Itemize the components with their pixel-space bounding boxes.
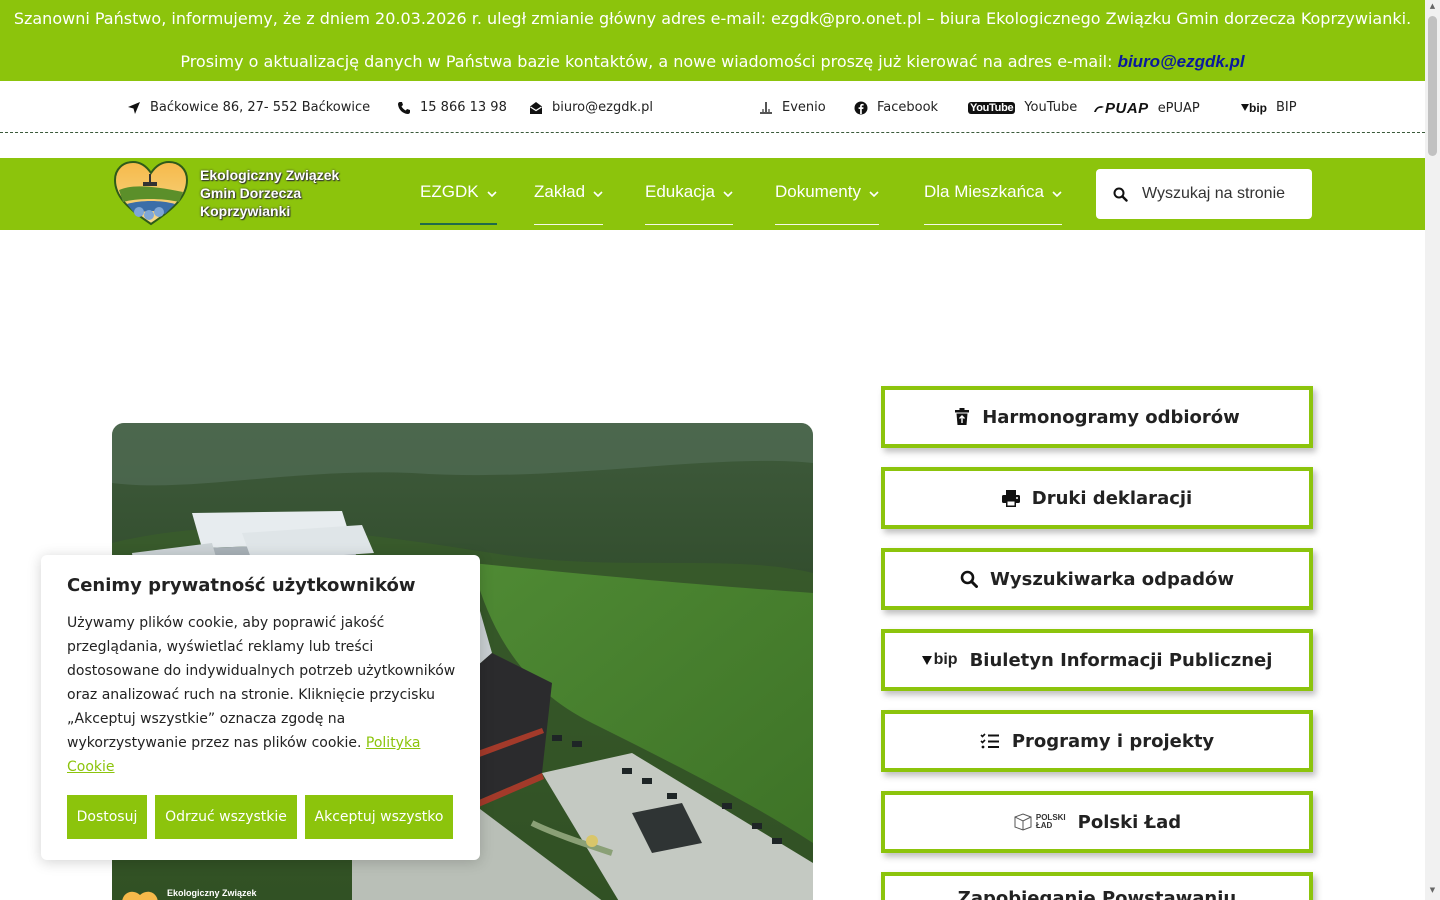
youtube-logo-text: YouTube (968, 101, 1016, 114)
phone-icon (397, 101, 411, 115)
logo-line-1: Ekologiczny Związek (200, 167, 340, 183)
epuap-logo-text: PUAP (1105, 100, 1149, 117)
menu-underline (924, 224, 1062, 225)
chevron-down-icon (486, 182, 497, 202)
menu-underline (420, 223, 497, 225)
menu-label: Zakład (534, 182, 586, 201)
side-button-label: Druki deklaracji (1031, 487, 1193, 509)
side-button-label: Zapobieganie Powstawaniu (957, 888, 1237, 900)
envelope-open-icon (529, 101, 543, 115)
menu-item-dokumenty[interactable]: Dokumenty (775, 158, 879, 226)
polski-lad-icon: POLSKI ŁAD (1013, 813, 1066, 831)
scroll-up-arrow-icon[interactable]: ▲ (1428, 2, 1437, 11)
logo-text: Ekologiczny Związek Gmin Dorzecza Koprzy… (200, 166, 339, 220)
programy-projekty-button[interactable]: Programy i projekty (881, 710, 1313, 772)
logo-heart-icon (113, 160, 189, 226)
wyszukiwarka-odpadow-button[interactable]: Wyszukiwarka odpadów (881, 548, 1313, 610)
bip-label: BIP (1276, 100, 1297, 115)
cookie-body: Używamy plików cookie, aby poprawić jako… (67, 615, 456, 751)
bip-link[interactable]: bip BIP (1241, 100, 1297, 115)
search-icon (960, 570, 979, 588)
menu-label: Dokumenty (775, 182, 861, 201)
cookie-customize-button[interactable]: Dostosuj (67, 795, 147, 839)
polski-lad-logo-line-2: ŁAD (1035, 821, 1053, 830)
cookie-accept-all-button[interactable]: Akceptuj wszystko (305, 795, 453, 839)
search-box (1096, 169, 1312, 219)
chevron-down-icon (593, 182, 603, 202)
epuap-link[interactable]: PUAP ePUAP (1093, 100, 1200, 117)
facebook-icon (854, 101, 868, 115)
menu-label: Dla Mieszkańca (924, 182, 1044, 201)
cookie-title: Cenimy prywatność użytkowników (67, 575, 416, 596)
facebook-link[interactable]: Facebook (854, 100, 938, 115)
notice-bar: Szanowni Państwo, informujemy, że z dnie… (0, 0, 1425, 81)
scrollbar-thumb[interactable] (1428, 16, 1437, 156)
menu-item-edukacja[interactable]: Edukacja (645, 158, 733, 226)
main-navigation: Ekologiczny Związek Gmin Dorzecza Koprzy… (0, 158, 1425, 230)
cookie-text: Używamy plików cookie, aby poprawić jako… (67, 611, 462, 779)
youtube-label: YouTube (1024, 100, 1078, 115)
evenio-link[interactable]: Evenio (759, 100, 826, 115)
chevron-down-icon (869, 182, 879, 202)
evenio-label: Evenio (782, 100, 826, 115)
menu-underline (645, 224, 733, 225)
facebook-label: Facebook (877, 100, 939, 115)
youtube-icon: YouTube (968, 101, 1016, 114)
epuap-label: ePUAP (1157, 101, 1200, 116)
side-button-label: Wyszukiwarka odpadów (990, 568, 1234, 590)
site-logo[interactable]: Ekologiczny Związek Gmin Dorzecza Koprzy… (113, 160, 373, 228)
cookie-reject-all-button[interactable]: Odrzuć wszystkie (155, 795, 297, 839)
side-button-label: Harmonogramy odbiorów (982, 406, 1240, 428)
bip-logo-text: bip (933, 651, 958, 668)
email-item[interactable]: biuro@ezgdk.pl (529, 100, 653, 115)
email-text: biuro@ezgdk.pl (552, 100, 653, 115)
polski-lad-button[interactable]: POLSKI ŁAD Polski Ład (881, 791, 1313, 853)
menu-underline (775, 224, 879, 225)
photo-watermark-text: Ekologiczny Związek (167, 888, 258, 898)
notice-line-2-text: Prosimy o aktualizację danych w Państwa … (180, 52, 1118, 71)
youtube-link[interactable]: YouTube YouTube (968, 100, 1077, 115)
cookie-consent-dialog: Cenimy prywatność użytkowników Używamy p… (41, 555, 480, 860)
menu-item-ezgdk[interactable]: EZGDK (420, 158, 497, 226)
harmonogramy-button[interactable]: Harmonogramy odbiorów (881, 386, 1313, 448)
druki-deklaracji-button[interactable]: Druki deklaracji (881, 467, 1313, 529)
page-scrollbar[interactable]: ▲ ▼ (1425, 0, 1440, 900)
epuap-icon: PUAP (1093, 100, 1149, 117)
location-arrow-icon (127, 101, 141, 115)
top-contact-bar: Baćkowice 86, 27- 552 Baćkowice 15 866 1… (0, 81, 1425, 133)
phone-text: 15 866 13 98 (420, 100, 507, 115)
notice-line-1: Szanowni Państwo, informujemy, że z dnie… (13, 9, 1412, 28)
bip-logo-text: bip (1249, 100, 1267, 115)
chevron-down-icon (723, 182, 733, 202)
chevron-down-icon (1052, 182, 1062, 202)
printer-icon (1001, 489, 1020, 507)
menu-label: EZGDK (420, 182, 479, 201)
menu-item-zaklad[interactable]: Zakład (534, 158, 604, 226)
side-button-label: Biuletyn Informacji Publicznej (969, 649, 1273, 671)
address-text: Baćkowice 86, 27- 552 Baćkowice (150, 100, 371, 115)
search-icon[interactable] (1113, 187, 1128, 202)
phone-item[interactable]: 15 866 13 98 (397, 100, 507, 115)
address-item: Baćkowice 86, 27- 552 Baćkowice (127, 100, 370, 115)
notice-email-link[interactable]: biuro@ezgdk.pl (1118, 52, 1245, 71)
menu-label: Edukacja (645, 182, 715, 201)
polski-lad-logo-text: POLSKI ŁAD (1036, 814, 1066, 830)
notice-line-2: Prosimy o aktualizację danych w Państwa … (0, 52, 1425, 72)
side-button-label: Polski Ład (1077, 811, 1182, 833)
menu-item-dla-mieszkanca[interactable]: Dla Mieszkańca (924, 158, 1062, 226)
logo-line-2: Gmin Dorzecza (200, 185, 302, 201)
search-input[interactable] (1142, 185, 1292, 203)
list-check-icon (980, 733, 1000, 749)
menu-underline (534, 224, 604, 225)
zapobieganie-button[interactable]: Zapobieganie Powstawaniu (881, 872, 1313, 900)
trash-icon (954, 408, 970, 426)
side-button-label: Programy i projekty (1011, 730, 1215, 752)
bip-button[interactable]: bip Biuletyn Informacji Publicznej (881, 629, 1313, 691)
scroll-down-arrow-icon[interactable]: ▼ (1428, 886, 1437, 895)
bip-icon: bip (1241, 101, 1267, 115)
logo-line-3: Koprzywianki (200, 203, 291, 219)
evenio-icon (759, 101, 773, 115)
bip-icon: bip (921, 651, 958, 669)
